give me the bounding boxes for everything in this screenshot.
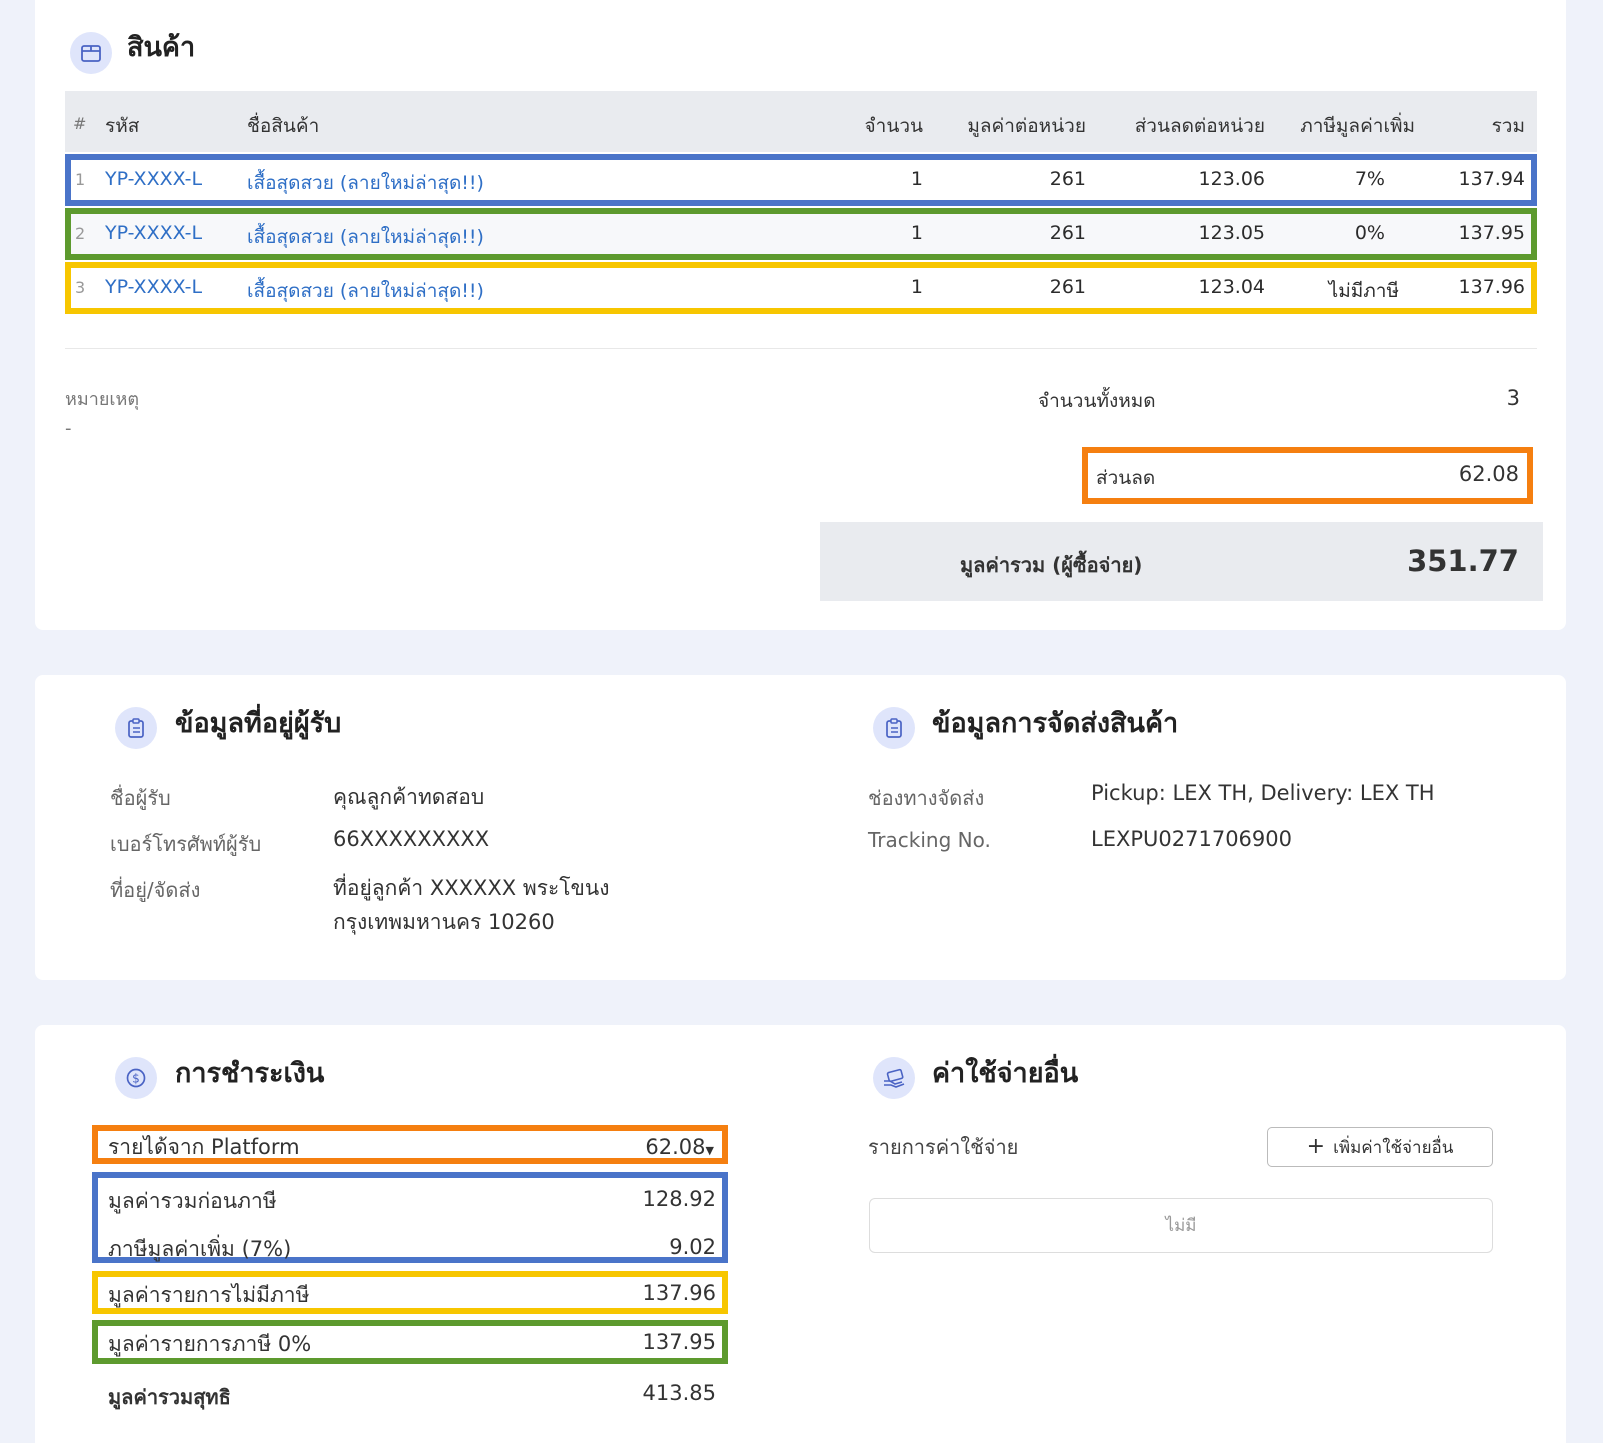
pre-tax-group: มูลค่ารวมก่อนภาษี 128.92 ภาษีมูลค่าเพิ่ม…	[92, 1172, 728, 1263]
net-total-label: มูลค่ารวมสุทธิ	[108, 1385, 231, 1409]
net-total-value: 413.85	[642, 1381, 716, 1405]
dollar-icon: $	[115, 1057, 157, 1099]
vat-label: ภาษีมูลค่าเพิ่ม (7%)	[108, 1237, 292, 1261]
total-qty-label: จำนวนทั้งหมด	[1038, 390, 1156, 412]
divider	[65, 348, 1537, 349]
zero-tax-label: มูลค่ารายการภาษี 0%	[108, 1332, 312, 1356]
qty-cell: 1	[910, 222, 923, 244]
net-total-row: มูลค่ารวมสุทธิ 413.85	[92, 1373, 728, 1413]
payment-title: การชำระเงิน	[175, 1058, 325, 1089]
vat-cell: ไม่มีภาษี	[1328, 280, 1399, 302]
col-sku: รหัส	[105, 115, 140, 137]
platform-income-value: 62.08	[645, 1135, 706, 1159]
qty-cell: 1	[910, 168, 923, 190]
unit-discount-cell: 123.05	[1198, 222, 1265, 244]
platform-income-row: รายได้จาก Platform 62.08▼	[92, 1125, 728, 1164]
zero-tax-value: 137.95	[642, 1330, 716, 1354]
vat-cell: 7%	[1354, 168, 1385, 190]
other-costs-title: ค่าใช้จ่ายอื่น	[932, 1058, 1079, 1089]
cost-list-label: รายการค่าใช้จ่าย	[868, 1135, 1019, 1159]
caret-down-icon: ▼	[705, 1144, 714, 1157]
unit-discount-cell: 123.06	[1198, 168, 1265, 190]
sku-link[interactable]: YP-XXXX-L	[105, 222, 202, 244]
unit-discount-cell: 123.04	[1198, 276, 1265, 298]
pre-tax-label: มูลค่ารวมก่อนภาษี	[108, 1189, 277, 1213]
recipient-title: ข้อมูลที่อยู่ผู้รับ	[175, 708, 342, 739]
products-card: สินค้า # รหัส ชื่อสินค้า จำนวน มูลค่าต่อ…	[35, 0, 1566, 630]
recipient-phone-value: 66XXXXXXXXX	[333, 827, 490, 851]
table-header: # รหัส ชื่อสินค้า จำนวน มูลค่าต่อหน่วย ส…	[65, 91, 1537, 152]
shipping-channel-label: ช่องทางจัดส่ง	[868, 786, 985, 810]
clipboard-icon	[873, 707, 915, 749]
shipping-channel-value: Pickup: LEX TH, Delivery: LEX TH	[1091, 781, 1435, 805]
sku-link[interactable]: YP-XXXX-L	[105, 168, 202, 190]
recipient-address-label: ที่อยู่/จัดส่ง	[110, 878, 201, 902]
add-other-cost-label: เพิ่มค่าใช้จ่ายอื่น	[1333, 1137, 1454, 1158]
unit-price-cell: 261	[1049, 222, 1086, 244]
money-hand-icon	[873, 1057, 915, 1099]
discount-label: ส่วนลด	[1096, 467, 1156, 489]
tracking-value[interactable]: LEXPU0271706900	[1091, 827, 1292, 851]
recipient-address-line1: ที่อยู่ลูกค้า XXXXXX พระโขนง	[333, 876, 610, 900]
grand-total-value: 351.77	[1407, 544, 1519, 578]
col-idx: #	[73, 114, 87, 133]
zero-tax-row: มูลค่ารายการภาษี 0% 137.95	[92, 1320, 728, 1364]
svg-text:$: $	[132, 1072, 140, 1086]
qty-cell: 1	[910, 276, 923, 298]
payment-card: $ การชำระเงิน รายได้จาก Platform 62.08▼ …	[35, 1025, 1566, 1443]
row-index: 1	[75, 170, 86, 189]
discount-box: ส่วนลด 62.08	[1082, 447, 1533, 504]
note-label: หมายเหตุ	[65, 389, 140, 410]
recipient-phone-label: เบอร์โทรศัพท์ผู้รับ	[110, 832, 262, 856]
platform-income-label: รายได้จาก Platform	[108, 1135, 300, 1159]
unit-price-cell: 261	[1049, 276, 1086, 298]
col-unit-price: มูลค่าต่อหน่วย	[967, 115, 1086, 137]
recipient-address-line2: กรุงเทพมหานคร 10260	[333, 910, 555, 934]
address-shipping-card: ข้อมูลที่อยู่ผู้รับ ชื่อผู้รับ คุณลูกค้า…	[35, 675, 1566, 980]
grand-total-box: มูลค่ารวม (ผู้ซื้อจ่าย) 351.77	[820, 522, 1543, 601]
col-name: ชื่อสินค้า	[247, 115, 320, 137]
shipping-title: ข้อมูลการจัดส่งสินค้า	[932, 708, 1179, 739]
table-row: 2 YP-XXXX-L เสื้อสุดสวย (ลายใหม่ล่าสุด!!…	[65, 208, 1537, 260]
products-title: สินค้า	[127, 32, 196, 63]
box-icon	[70, 32, 112, 74]
total-cell: 137.96	[1458, 276, 1525, 298]
product-name-link[interactable]: เสื้อสุดสวย (ลายใหม่ล่าสุด!!)	[247, 276, 484, 306]
total-cell: 137.94	[1458, 168, 1525, 190]
sku-link[interactable]: YP-XXXX-L	[105, 276, 202, 298]
unit-price-cell: 261	[1049, 168, 1086, 190]
tracking-label: Tracking No.	[868, 828, 991, 852]
row-index: 2	[75, 224, 86, 243]
note-value: -	[65, 418, 72, 439]
discount-value: 62.08	[1458, 462, 1519, 486]
total-qty-value: 3	[1506, 386, 1520, 410]
col-total: รวม	[1491, 115, 1525, 137]
product-name-link[interactable]: เสื้อสุดสวย (ลายใหม่ล่าสุด!!)	[247, 168, 484, 198]
col-vat: ภาษีมูลค่าเพิ่ม	[1300, 115, 1415, 137]
clipboard-icon	[115, 707, 157, 749]
product-name-link[interactable]: เสื้อสุดสวย (ลายใหม่ล่าสุด!!)	[247, 222, 484, 252]
col-unit-discount: ส่วนลดต่อหน่วย	[1134, 115, 1265, 137]
add-other-cost-button[interactable]: + เพิ่มค่าใช้จ่ายอื่น	[1267, 1127, 1493, 1167]
no-tax-label: มูลค่ารายการไม่มีภาษี	[108, 1283, 310, 1307]
empty-cost-list: ไม่มี	[869, 1198, 1493, 1253]
total-cell: 137.95	[1458, 222, 1525, 244]
vat-cell: 0%	[1354, 222, 1385, 244]
no-tax-row: มูลค่ารายการไม่มีภาษี 137.96	[92, 1271, 728, 1314]
table-row: 3 YP-XXXX-L เสื้อสุดสวย (ลายใหม่ล่าสุด!!…	[65, 262, 1537, 314]
platform-income-value-wrap[interactable]: 62.08▼	[645, 1135, 714, 1159]
table-row: 1 YP-XXXX-L เสื้อสุดสวย (ลายใหม่ล่าสุด!!…	[65, 154, 1537, 206]
pre-tax-value: 128.92	[642, 1187, 716, 1211]
recipient-name-label: ชื่อผู้รับ	[110, 786, 171, 810]
col-qty: จำนวน	[864, 115, 923, 137]
plus-icon: +	[1306, 1134, 1326, 1159]
grand-total-label: มูลค่ารวม (ผู้ซื้อจ่าย)	[960, 553, 1143, 577]
no-tax-value: 137.96	[642, 1281, 716, 1305]
vat-value: 9.02	[669, 1235, 716, 1259]
row-index: 3	[75, 278, 86, 297]
recipient-name-value: คุณลูกค้าทดสอบ	[333, 785, 485, 809]
